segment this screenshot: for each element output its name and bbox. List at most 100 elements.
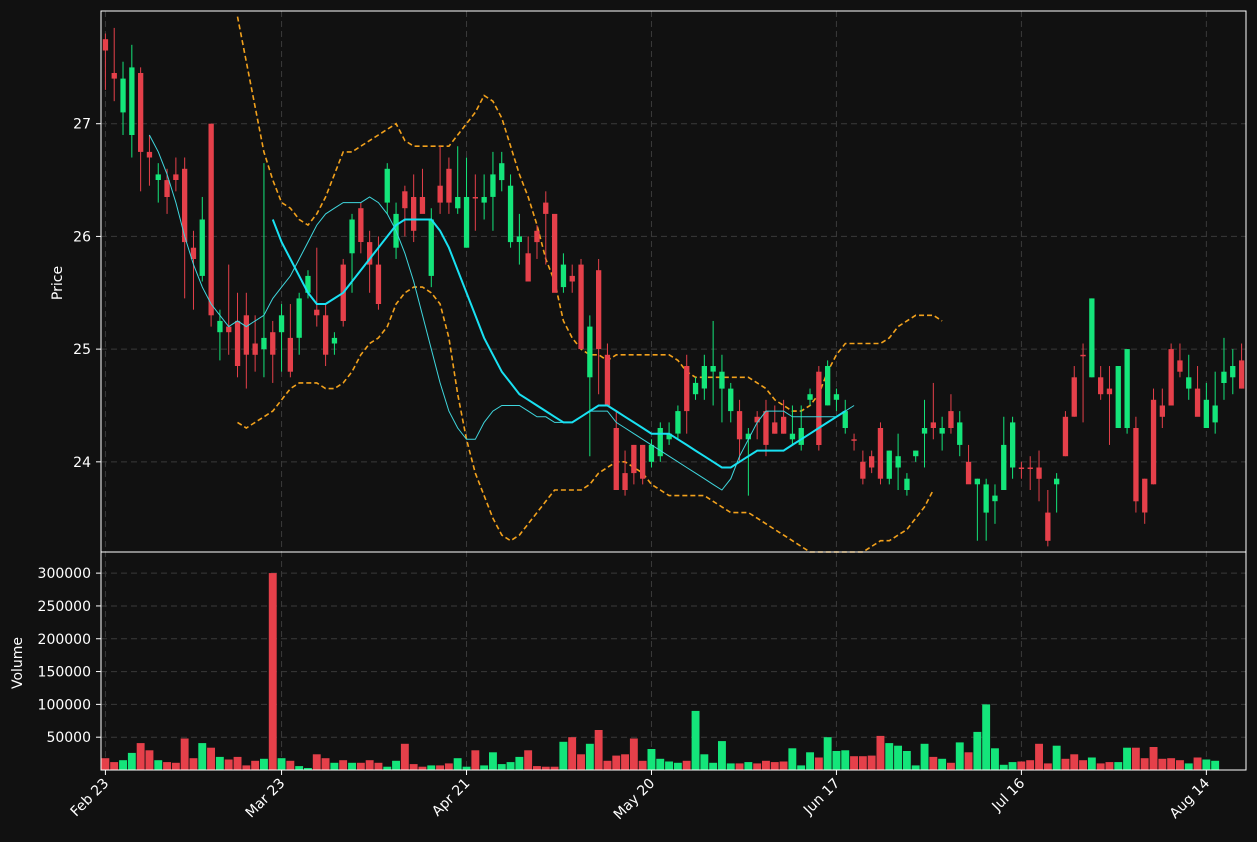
candle-body bbox=[278, 315, 285, 333]
volume-bar bbox=[1105, 762, 1114, 770]
candle-body bbox=[516, 236, 522, 242]
candle-body bbox=[1062, 416, 1069, 457]
volume-bar bbox=[260, 758, 268, 770]
volume-bar bbox=[964, 752, 973, 770]
candle-body bbox=[992, 495, 998, 502]
candle-body bbox=[789, 433, 796, 440]
volume-bar bbox=[1114, 762, 1123, 770]
volume-bar bbox=[497, 764, 506, 770]
candle-body bbox=[1177, 360, 1183, 372]
volume-bar bbox=[180, 738, 189, 770]
volume-bar bbox=[770, 762, 779, 770]
volume-bar bbox=[198, 743, 207, 770]
volume-bar bbox=[533, 766, 541, 770]
candle-body bbox=[939, 428, 945, 434]
candle-body bbox=[1098, 377, 1104, 395]
candle-body bbox=[234, 320, 241, 366]
candle-body bbox=[1133, 428, 1139, 502]
candle-body bbox=[1089, 298, 1095, 378]
volume-bar bbox=[409, 764, 418, 770]
volume-bar bbox=[850, 756, 858, 770]
candle-body bbox=[921, 428, 928, 434]
candle-body bbox=[375, 264, 382, 304]
volume-bar bbox=[436, 765, 444, 770]
candle-body bbox=[1045, 512, 1051, 541]
volume-bar bbox=[999, 764, 1008, 771]
volume-bar bbox=[594, 730, 603, 770]
candle-body bbox=[807, 394, 813, 400]
candle-body bbox=[974, 478, 980, 485]
volume-tick-label: 100000 bbox=[38, 697, 91, 713]
volume-bar bbox=[973, 731, 982, 770]
candle-body bbox=[1080, 354, 1086, 357]
volume-bar bbox=[524, 750, 533, 770]
volume-axis-label: Volume bbox=[10, 637, 26, 689]
candle-body bbox=[472, 197, 478, 199]
candle-body bbox=[728, 388, 734, 412]
volume-bar bbox=[876, 735, 885, 770]
volume-bar bbox=[788, 748, 797, 770]
volume-bar bbox=[1008, 762, 1017, 770]
candle-body bbox=[217, 320, 223, 333]
volume-bar bbox=[330, 762, 339, 770]
volume-bar bbox=[902, 751, 911, 770]
volume-bar bbox=[621, 754, 629, 771]
candle-body bbox=[965, 461, 972, 485]
volume-bar bbox=[1043, 763, 1052, 770]
price-tick-label: 27 bbox=[73, 117, 91, 133]
candle-body bbox=[648, 444, 655, 462]
volume-bar bbox=[832, 751, 841, 770]
volume-bar bbox=[136, 743, 145, 770]
volume-bar bbox=[1079, 760, 1087, 770]
candle-body bbox=[560, 264, 567, 288]
candle-body bbox=[604, 354, 611, 406]
volume-bar bbox=[286, 760, 295, 770]
volume-bar bbox=[1087, 757, 1096, 770]
candle-body bbox=[983, 484, 989, 513]
volume-bar bbox=[471, 750, 480, 770]
volume-bar bbox=[242, 765, 251, 770]
volume-bar bbox=[268, 573, 277, 770]
candle-body bbox=[314, 309, 320, 316]
candle-body bbox=[886, 450, 892, 479]
candle-body bbox=[1124, 349, 1130, 428]
candle-body bbox=[120, 78, 126, 113]
candle-body bbox=[675, 411, 681, 434]
volume-bar bbox=[1202, 759, 1211, 770]
volume-bar bbox=[1061, 758, 1070, 770]
volume-bar bbox=[858, 756, 867, 770]
candle-body bbox=[895, 456, 901, 468]
candle-body bbox=[622, 473, 628, 490]
volume-bar bbox=[321, 758, 330, 770]
candle-body bbox=[869, 456, 875, 468]
candle-body bbox=[552, 213, 558, 293]
volume-bar bbox=[348, 762, 356, 770]
volume-bar bbox=[1131, 747, 1140, 770]
volume-bar bbox=[145, 750, 154, 770]
volume-bar bbox=[1193, 757, 1202, 770]
candle-body bbox=[173, 174, 179, 180]
candle-body bbox=[1186, 377, 1192, 389]
volume-bar bbox=[629, 738, 638, 770]
price-tick-label: 26 bbox=[73, 229, 91, 245]
volume-bar bbox=[744, 762, 753, 770]
volume-bar bbox=[823, 737, 832, 770]
price-tick-label: 25 bbox=[73, 342, 91, 358]
volume-bar bbox=[647, 749, 656, 770]
volume-bar bbox=[585, 743, 594, 771]
volume-bar bbox=[374, 762, 383, 770]
candle-body bbox=[507, 185, 514, 243]
volume-tick-label: 250000 bbox=[38, 599, 91, 615]
candle-body bbox=[146, 151, 153, 158]
candle-body bbox=[358, 208, 364, 242]
candle-body bbox=[816, 371, 822, 445]
candle-body bbox=[525, 253, 531, 282]
candle-body bbox=[534, 230, 540, 243]
candle-body bbox=[1036, 467, 1042, 479]
candle-body bbox=[428, 219, 434, 276]
volume-bar bbox=[1184, 763, 1193, 770]
candle-body bbox=[1159, 405, 1165, 417]
volume-bar bbox=[444, 763, 453, 770]
volume-bar bbox=[947, 762, 955, 770]
volume-bar bbox=[1176, 760, 1184, 770]
